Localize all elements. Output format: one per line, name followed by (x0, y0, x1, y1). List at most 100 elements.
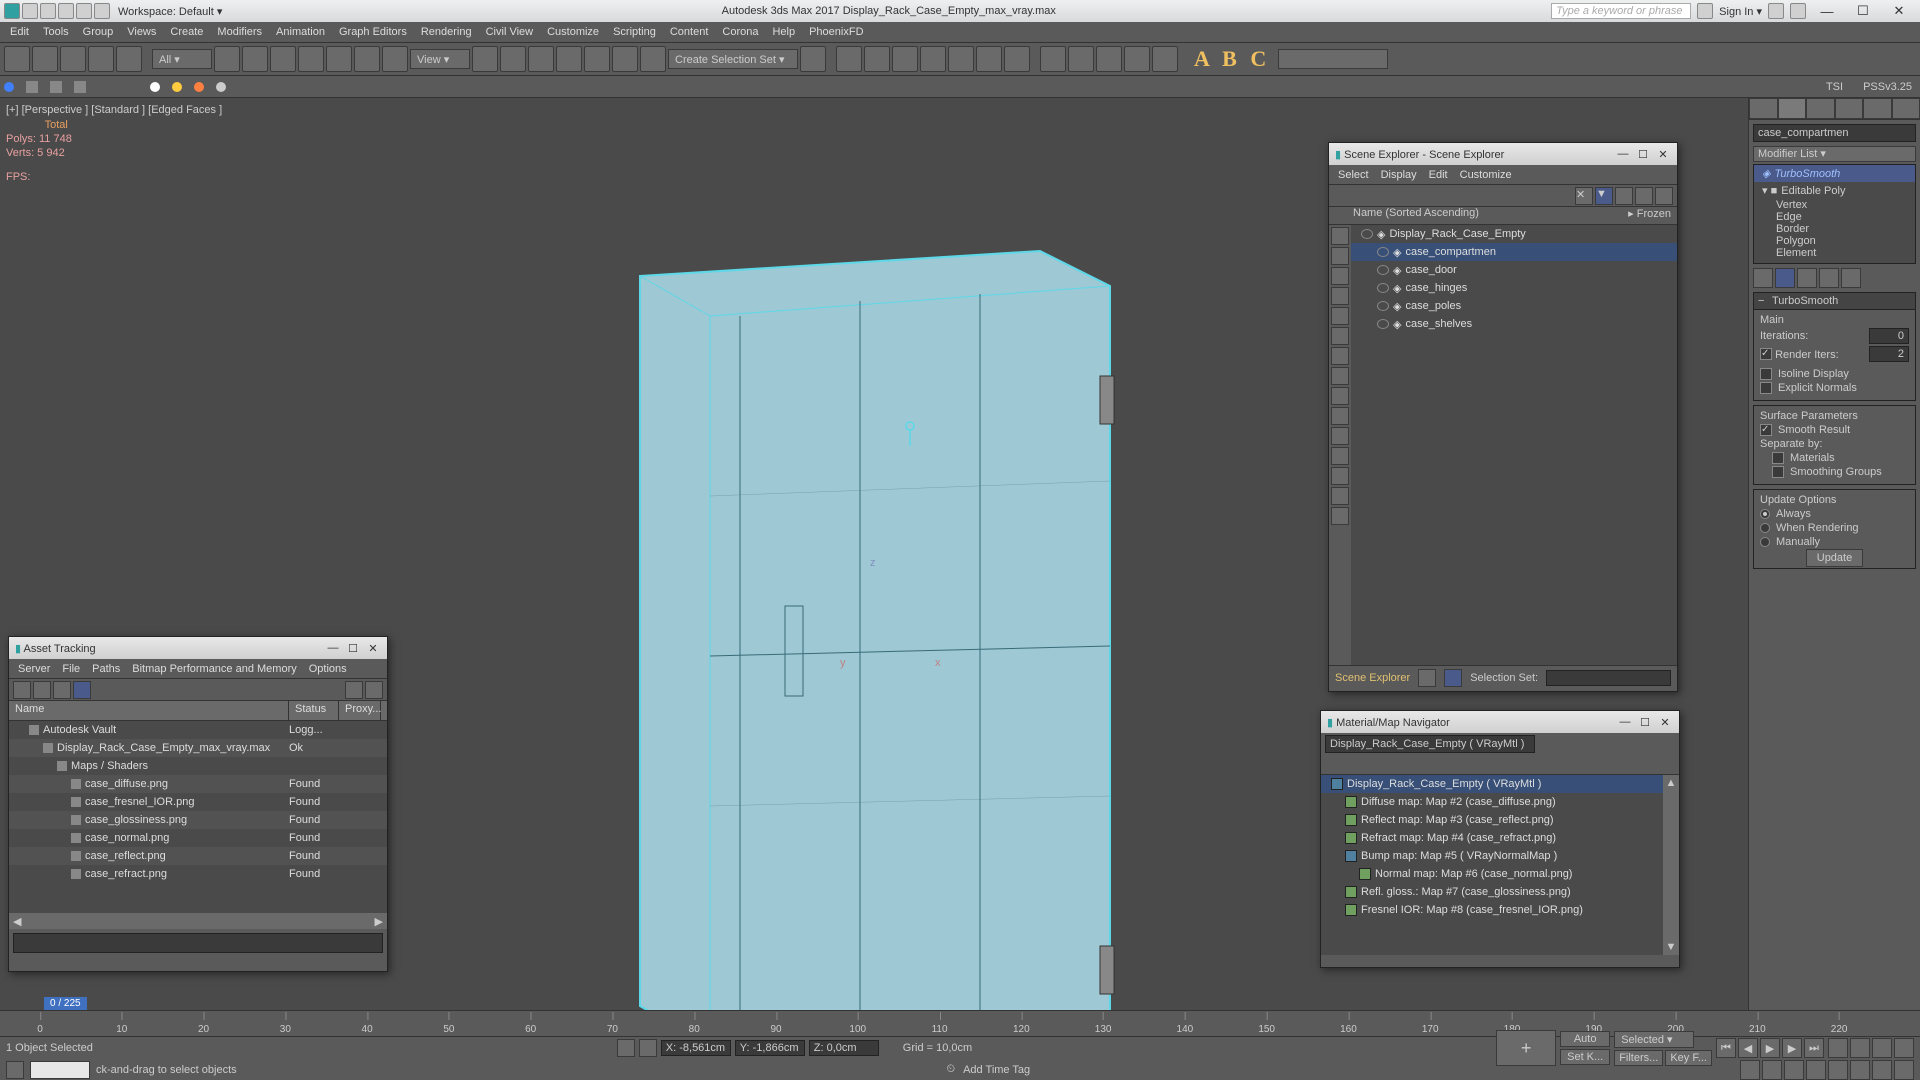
signin-button[interactable]: Sign In ▾ (1719, 5, 1762, 18)
menu-modifiers[interactable]: Modifiers (211, 24, 268, 40)
scene-min-button[interactable]: — (1615, 147, 1631, 161)
named-selection-dropdown[interactable]: Create Selection Set ▾ (668, 49, 798, 69)
maximize-button[interactable]: ☐ (1848, 2, 1878, 20)
iterations-spinner[interactable]: 0 (1869, 328, 1909, 344)
modifier-stack[interactable]: ◈TurboSmooth ▾ ■Editable Poly Vertex Edg… (1753, 164, 1916, 264)
schematic-button[interactable] (920, 46, 946, 72)
vnav-5[interactable] (1828, 1060, 1848, 1080)
undo-icon[interactable] (76, 3, 92, 19)
scale-button[interactable] (382, 46, 408, 72)
menu-edit[interactable]: Edit (4, 24, 35, 40)
obj-sq2-icon[interactable] (50, 81, 62, 93)
mat-scroll-up[interactable]: ▲ (1666, 777, 1677, 789)
curve-editor-button[interactable] (892, 46, 918, 72)
mat-row[interactable]: Display_Rack_Case_Empty ( VRayMtl ) (1321, 775, 1679, 793)
teapot5-button[interactable] (1152, 46, 1178, 72)
search-input[interactable]: Type a keyword or phrase (1551, 3, 1691, 19)
display-case-mesh[interactable]: y x z (630, 246, 1120, 1046)
nav-btn4[interactable] (1894, 1038, 1914, 1058)
unlink-button[interactable] (88, 46, 114, 72)
asset-row[interactable]: case_diffuse.pngFound (9, 775, 387, 793)
asset-row[interactable]: case_fresnel_IOR.pngFound (9, 793, 387, 811)
asset-close-button[interactable]: ✕ (365, 641, 381, 655)
turbosmooth-rollout[interactable]: TurboSmooth (1753, 292, 1916, 310)
lock-selection-button[interactable] (617, 1039, 635, 1057)
create-tab[interactable] (1749, 98, 1778, 119)
vnav-2[interactable] (1762, 1060, 1782, 1080)
nav-btn3[interactable] (1872, 1038, 1892, 1058)
obj-sq-icon[interactable] (26, 81, 38, 93)
minimize-button[interactable]: — (1812, 2, 1842, 20)
asset-path-input[interactable] (13, 933, 383, 953)
asset-col-proxy[interactable]: Proxy... (339, 701, 381, 720)
menu-content[interactable]: Content (664, 24, 715, 40)
light-dot1-icon[interactable] (150, 82, 160, 92)
teapot2-button[interactable] (1068, 46, 1094, 72)
teapot1-button[interactable] (1040, 46, 1066, 72)
bind-button[interactable] (116, 46, 142, 72)
obj-dot-icon[interactable] (4, 82, 14, 92)
scene-sb-1[interactable] (1331, 227, 1349, 245)
asset-row[interactable]: case_normal.pngFound (9, 829, 387, 847)
scene-tb-x[interactable]: ✕ (1575, 187, 1593, 205)
redo-icon[interactable] (94, 3, 110, 19)
region-rect-button[interactable] (270, 46, 296, 72)
mat-row[interactable]: Diffuse map: Map #2 (case_diffuse.png) (1321, 793, 1679, 811)
rotate-button[interactable] (354, 46, 380, 72)
sub-border[interactable]: Border (1754, 223, 1915, 235)
menu-civilview[interactable]: Civil View (480, 24, 539, 40)
asset-row[interactable]: case_glossiness.pngFound (9, 811, 387, 829)
update-button[interactable]: Update (1806, 549, 1863, 567)
scene-foot-btn1[interactable] (1418, 669, 1436, 687)
add-time-tag[interactable]: Add Time Tag (963, 1064, 1030, 1076)
scene-sb-10[interactable] (1331, 407, 1349, 425)
scene-sb-2[interactable] (1331, 247, 1349, 265)
teapot3-button[interactable] (1096, 46, 1122, 72)
sub-vertex[interactable]: Vertex (1754, 199, 1915, 211)
menu-animation[interactable]: Animation (270, 24, 331, 40)
scene-sb-11[interactable] (1331, 427, 1349, 445)
viewport-label[interactable]: [+] [Perspective ] [Standard ] [Edged Fa… (6, 104, 222, 116)
scene-sb-3[interactable] (1331, 267, 1349, 285)
light-dot3-icon[interactable] (194, 82, 204, 92)
mat-scroll-down[interactable]: ▼ (1666, 941, 1677, 953)
display-tab[interactable] (1863, 98, 1892, 119)
layer-button[interactable] (864, 46, 890, 72)
explicit-normals-check[interactable] (1760, 382, 1772, 394)
redo-button[interactable] (32, 46, 58, 72)
mat-row[interactable]: Bump map: Map #5 ( VRayNormalMap ) (1321, 847, 1679, 865)
manipulate-button[interactable] (500, 46, 526, 72)
scene-tb-lock[interactable] (1615, 187, 1633, 205)
asset-menu-paths[interactable]: Paths (87, 661, 125, 677)
update-always-radio[interactable] (1760, 509, 1770, 519)
scene-row[interactable]: ◈case_hinges (1351, 279, 1677, 297)
snap-button[interactable] (528, 46, 554, 72)
menu-corona[interactable]: Corona (716, 24, 764, 40)
render-iters-spinner[interactable]: 2 (1869, 346, 1909, 362)
maxscript-button[interactable] (6, 1061, 24, 1079)
render-setup-button[interactable] (976, 46, 1002, 72)
scene-row[interactable]: ◈case_door (1351, 261, 1677, 279)
sep-materials-check[interactable] (1772, 452, 1784, 464)
sub-element[interactable]: Element (1754, 247, 1915, 259)
asset-col-status[interactable]: Status (289, 701, 339, 720)
asset-row[interactable]: Display_Rack_Case_Empty_max_vray.maxOk (9, 739, 387, 757)
new-icon[interactable] (22, 3, 38, 19)
asset-scroll-left[interactable]: ◀ (13, 915, 21, 928)
light-dot2-icon[interactable] (172, 82, 182, 92)
scene-sb-14[interactable] (1331, 487, 1349, 505)
sep-sg-check[interactable] (1772, 466, 1784, 478)
link-button[interactable] (60, 46, 86, 72)
object-name-input[interactable]: case_compartmen (1753, 124, 1916, 142)
motion-tab[interactable] (1835, 98, 1864, 119)
scene-row[interactable]: ◈case_poles (1351, 297, 1677, 315)
frame-indicator[interactable]: 0 / 225 (44, 997, 87, 1010)
stack-editable-poly[interactable]: ▾ ■Editable Poly (1754, 182, 1915, 199)
scene-sb-6[interactable] (1331, 327, 1349, 345)
modify-tab[interactable] (1778, 98, 1807, 119)
menu-group[interactable]: Group (77, 24, 120, 40)
scene-row[interactable]: ◈case_shelves (1351, 315, 1677, 333)
obj-sq3-icon[interactable] (74, 81, 86, 93)
keyfilter-selected-dropdown[interactable]: Selected ▾ (1614, 1031, 1694, 1048)
nav-btn1[interactable] (1828, 1038, 1848, 1058)
